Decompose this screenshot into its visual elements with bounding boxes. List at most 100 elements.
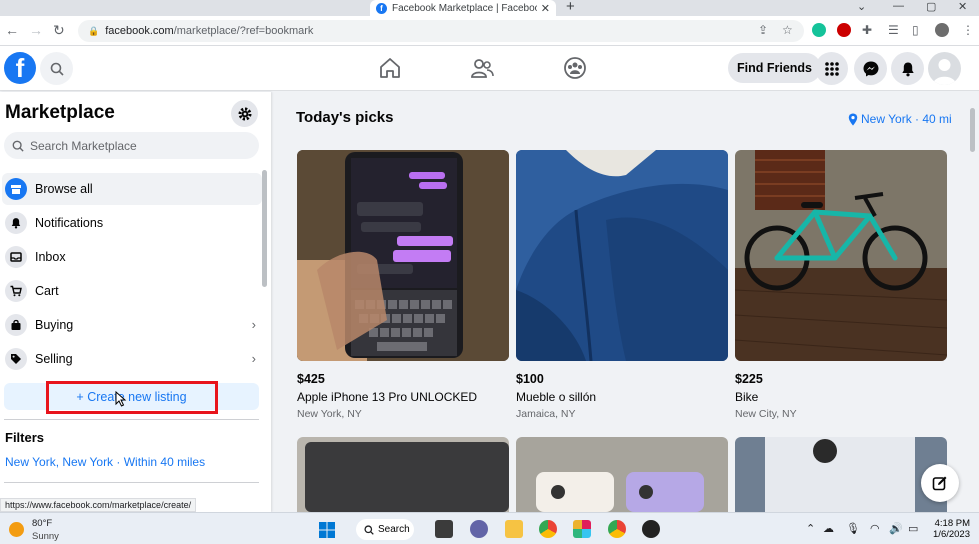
listing-image[interactable] — [516, 437, 728, 512]
microphone-icon[interactable]: 🎙 — [846, 522, 860, 535]
listing-location: Jamaica, NY — [516, 408, 576, 420]
listing-location: New City, NY — [735, 408, 797, 420]
chevron-right-icon: › — [251, 317, 256, 332]
messenger-button[interactable] — [854, 52, 887, 85]
notifications-button[interactable] — [891, 52, 924, 85]
windows-start-icon[interactable] — [319, 522, 335, 538]
listing-location: New York, NY — [297, 408, 362, 420]
menu-button[interactable] — [815, 52, 848, 85]
sidebar-scrollbar[interactable] — [262, 170, 267, 287]
sidebar-item-buying[interactable]: Buying › — [2, 309, 262, 341]
listing-title[interactable]: Mueble o sillón — [516, 390, 596, 404]
listing-card[interactable] — [297, 150, 509, 361]
find-friends-button[interactable]: Find Friends — [728, 53, 821, 83]
chrome-icon[interactable] — [539, 520, 557, 538]
filters-location-link[interactable]: New York, New York · Within 40 miles — [5, 455, 205, 469]
location-pin-icon — [848, 113, 858, 125]
sidebar-item-label: Selling — [35, 352, 73, 366]
listing-price: $225 — [735, 372, 763, 386]
taskbar-clock[interactable]: 4:18 PM 1/6/2023 — [930, 518, 970, 540]
listing-card[interactable] — [297, 437, 509, 512]
wifi-icon[interactable]: ◠ — [870, 522, 880, 535]
facebook-header: f Find Friends — [0, 46, 979, 91]
teams-chat-icon[interactable] — [470, 520, 488, 538]
storefront-icon — [5, 178, 27, 200]
app-icon[interactable] — [642, 520, 660, 538]
account-avatar[interactable] — [928, 52, 961, 85]
restore-button[interactable]: ▢ — [926, 0, 936, 13]
menu-grid-icon — [824, 61, 839, 76]
new-tab-button[interactable]: + — [566, 0, 575, 15]
cloud-icon[interactable]: ☁ — [823, 522, 834, 535]
grammarly-extension-icon[interactable] — [812, 23, 826, 37]
sidebar-item-inbox[interactable]: Inbox — [2, 241, 262, 273]
forward-button[interactable]: → — [29, 22, 43, 38]
bookmark-star-icon[interactable]: ☆ — [782, 23, 793, 37]
bell-icon — [901, 62, 914, 76]
url-host: facebook.com — [105, 25, 174, 37]
settings-button[interactable] — [231, 100, 258, 127]
listing-card[interactable] — [735, 437, 947, 512]
sidebar-item-label: Browse all — [35, 182, 93, 196]
facebook-logo-icon[interactable]: f — [4, 52, 36, 84]
file-explorer-icon[interactable] — [505, 520, 523, 538]
listing-image[interactable] — [516, 150, 728, 361]
media-control-icon[interactable]: ☰ — [888, 23, 899, 37]
battery-icon[interactable]: ▭ — [908, 522, 918, 535]
facebook-search-button[interactable] — [40, 52, 73, 85]
volume-icon[interactable]: 🔊 — [889, 522, 903, 535]
extensions-puzzle-icon[interactable]: ✚ — [862, 23, 872, 37]
back-button[interactable]: ← — [5, 22, 19, 38]
minimize-button[interactable]: — — [893, 0, 904, 12]
profile-silhouette-icon — [933, 59, 956, 85]
filters-heading: Filters — [5, 430, 45, 445]
opera-extension-icon[interactable] — [837, 23, 851, 37]
chrome-profile-icon[interactable] — [608, 520, 626, 538]
listing-card[interactable] — [735, 150, 947, 361]
close-window-button[interactable]: ✕ — [958, 0, 967, 13]
chrome-menu-icon[interactable]: ⋮ — [962, 23, 974, 37]
side-panel-icon[interactable]: ▯ — [912, 23, 919, 37]
sidebar-item-notifications[interactable]: Notifications — [2, 207, 262, 239]
listing-image[interactable] — [297, 437, 509, 512]
home-icon[interactable] — [377, 55, 403, 81]
clock-date: 1/6/2023 — [933, 529, 970, 540]
facebook-favicon-icon: f — [376, 2, 387, 14]
close-tab-icon[interactable]: ✕ — [541, 2, 550, 15]
reload-button[interactable]: ↻ — [53, 22, 65, 39]
weather-temperature: 80°F — [32, 518, 53, 529]
status-bar-url: https://www.facebook.com/marketplace/cre… — [0, 498, 197, 512]
listing-image[interactable] — [735, 437, 947, 512]
main-scrollbar[interactable] — [970, 108, 975, 152]
new-message-button[interactable] — [921, 464, 959, 502]
tab-search-icon[interactable]: ⌄ — [857, 0, 866, 13]
location-filter-link[interactable]: New York · 40 mi — [848, 112, 952, 126]
listing-card[interactable] — [516, 437, 728, 512]
taskbar-search[interactable]: Search — [356, 519, 414, 540]
task-view-icon[interactable] — [435, 520, 453, 538]
share-icon[interactable]: ⇪ — [758, 23, 768, 37]
marketplace-search-input[interactable]: Search Marketplace — [4, 132, 259, 159]
friends-icon[interactable] — [469, 55, 495, 81]
listing-card[interactable] — [516, 150, 728, 361]
sidebar-item-selling[interactable]: Selling › — [2, 343, 262, 375]
lock-icon: 🔒 — [88, 25, 100, 36]
sidebar-item-cart[interactable]: Cart — [2, 275, 262, 307]
url-path: /marketplace/?ref=bookmark — [173, 25, 314, 37]
sidebar-item-browse-all[interactable]: Browse all — [2, 173, 262, 205]
groups-icon[interactable] — [562, 55, 588, 81]
browser-tab[interactable]: f Facebook Marketplace | Facebook ✕ — [370, 0, 556, 16]
profile-avatar[interactable] — [935, 23, 949, 37]
search-placeholder: Search Marketplace — [30, 138, 137, 153]
slack-icon[interactable] — [573, 520, 591, 538]
search-icon — [12, 140, 24, 152]
listing-title[interactable]: Bike — [735, 390, 758, 404]
show-hidden-icons-chevron-icon[interactable]: ⌃ — [806, 522, 815, 535]
divider — [4, 419, 259, 420]
highlight-annotation-box — [46, 381, 218, 414]
address-bar[interactable]: 🔒 facebook.com /marketplace/?ref=bookmar… — [78, 20, 804, 42]
listing-image[interactable] — [735, 150, 947, 361]
sun-weather-icon[interactable] — [9, 522, 24, 537]
listing-image[interactable] — [297, 150, 509, 361]
listing-title[interactable]: Apple iPhone 13 Pro UNLOCKED — [297, 390, 477, 404]
